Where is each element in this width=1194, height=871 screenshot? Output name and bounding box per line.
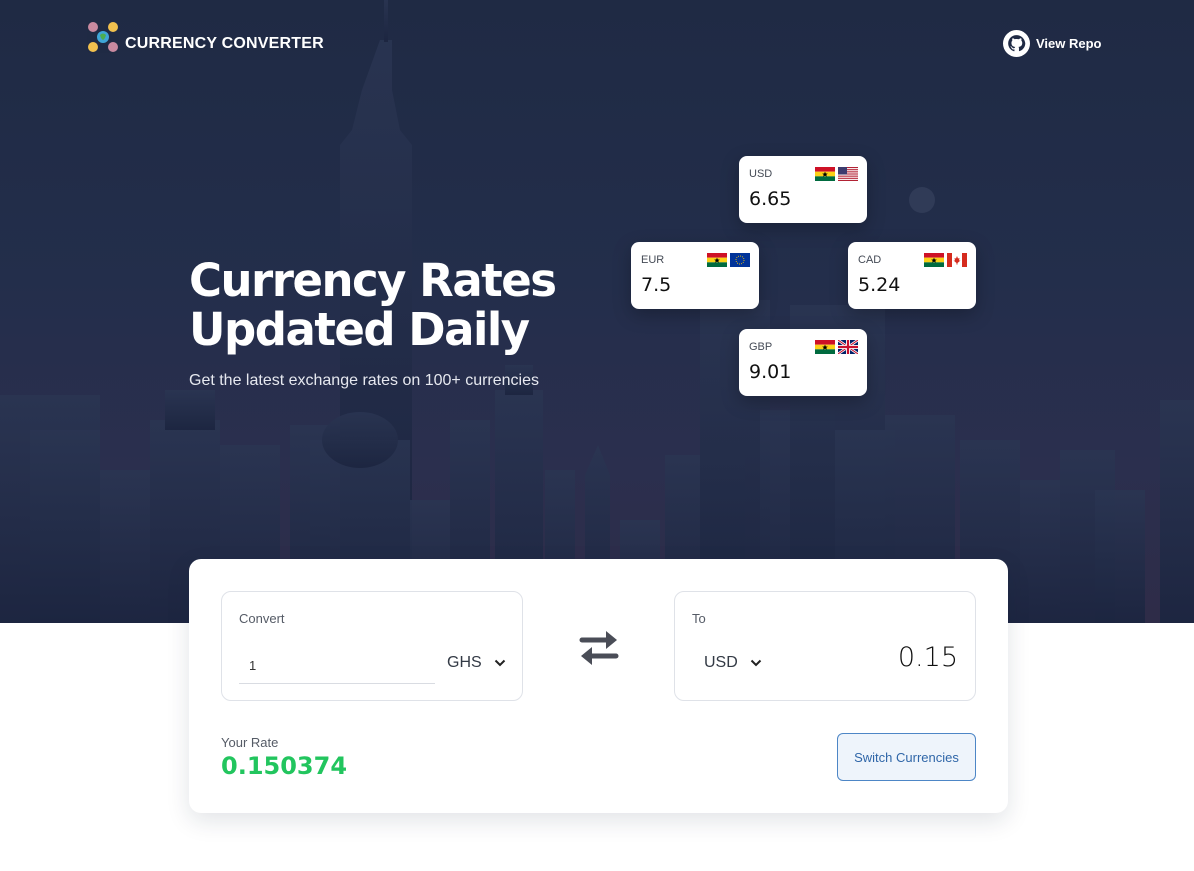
your-rate-label: Your Rate <box>221 735 279 750</box>
canada-flag-icon <box>947 253 967 267</box>
hero-subtitle: Get the latest exchange rates on 100+ cu… <box>189 372 539 389</box>
to-currency-select[interactable]: USD <box>704 654 762 672</box>
usa-flag-icon <box>838 167 858 181</box>
github-icon <box>1003 30 1030 57</box>
convert-label: Convert <box>239 611 285 626</box>
rate-card-eur: EUR 7.5 <box>631 242 759 309</box>
eu-flag-icon <box>730 253 750 267</box>
converter-card: Convert GHS To USD 0.15 Your Rate 0.1503… <box>189 559 1008 813</box>
converted-result: 0.15 <box>897 642 958 673</box>
ghana-flag-icon <box>924 253 944 267</box>
view-repo-label: View Repo <box>1036 36 1102 51</box>
rate-card-value: 7.5 <box>641 274 672 296</box>
ghana-flag-icon <box>707 253 727 267</box>
headline-line-1: Currency Rates <box>189 254 557 307</box>
view-repo-link[interactable]: View Repo <box>1003 30 1102 57</box>
chevron-down-icon <box>494 659 505 667</box>
to-label: To <box>692 611 706 626</box>
rate-card-code: CAD <box>858 254 882 266</box>
to-currency-value: USD <box>704 654 738 671</box>
rate-card-value: 5.24 <box>858 274 901 296</box>
from-currency-value: GHS <box>447 654 482 671</box>
rate-card-value: 9.01 <box>749 361 792 383</box>
headline-line-2: Updated Daily <box>189 303 530 356</box>
amount-input[interactable] <box>239 648 435 684</box>
your-rate-value: 0.150374 <box>221 752 348 780</box>
app-title[interactable]: CURRENCY CONVERTER <box>125 35 324 53</box>
convert-to-box: To USD 0.15 <box>674 591 976 701</box>
ghana-flag-icon <box>815 340 835 354</box>
chevron-down-icon <box>750 659 761 667</box>
switch-currencies-button[interactable]: Switch Currencies <box>837 733 976 781</box>
hero-headline: Currency Rates Updated Daily <box>189 254 557 356</box>
rate-card-value: 6.65 <box>749 188 792 210</box>
swap-arrows-icon[interactable] <box>578 626 620 668</box>
rate-card-usd: USD 6.65 <box>739 156 867 223</box>
rate-card-code: USD <box>749 168 773 180</box>
from-currency-select[interactable]: GHS <box>447 654 506 672</box>
uk-flag-icon <box>838 340 858 354</box>
currency-logo-icon[interactable] <box>87 21 119 53</box>
convert-from-box: Convert GHS <box>221 591 523 701</box>
hero-section: CURRENCY CONVERTER View Repo Currency Ra… <box>0 0 1194 623</box>
rate-card-cad: CAD 5.24 <box>848 242 976 309</box>
city-skyline-background <box>0 0 1194 623</box>
rate-card-code: GBP <box>749 341 773 353</box>
rate-card-code: EUR <box>641 254 665 266</box>
rate-card-gbp: GBP 9.01 <box>739 329 867 396</box>
ghana-flag-icon <box>815 167 835 181</box>
